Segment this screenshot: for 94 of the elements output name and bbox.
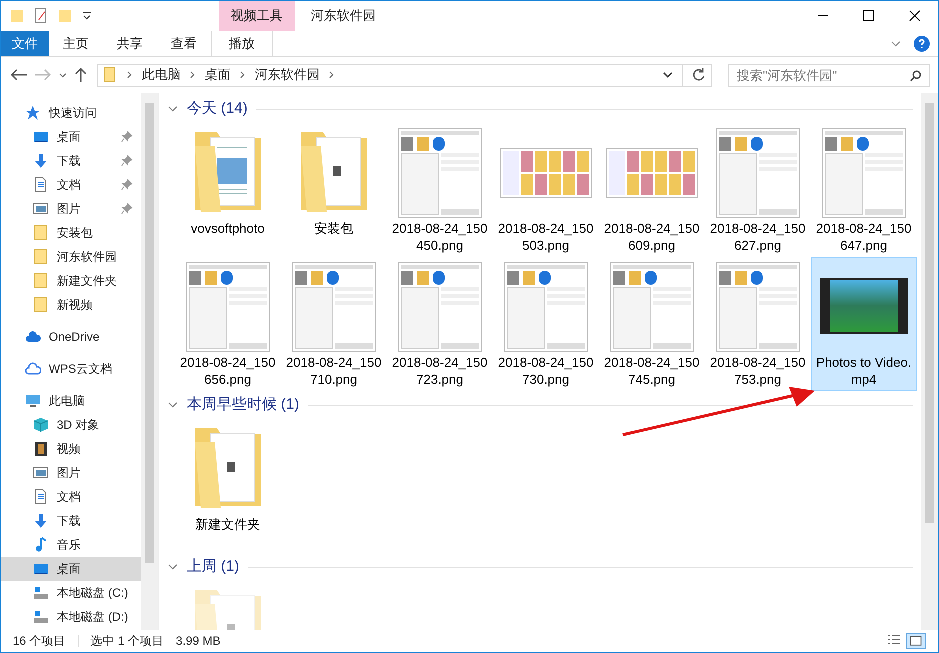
search-icon xyxy=(910,70,922,82)
sidebar-item[interactable]: 音乐 xyxy=(1,533,141,557)
sidebar-item[interactable]: 桌面 xyxy=(1,557,141,581)
cloud-icon xyxy=(25,361,41,377)
sidebar-item[interactable]: 3D 对象 xyxy=(1,413,141,437)
file-item[interactable]: 2018-08-24_150710.png xyxy=(281,257,387,391)
ribbon-tab[interactable]: 共享 xyxy=(103,31,157,56)
file-item[interactable]: 2018-08-24_150627.png xyxy=(705,123,811,257)
search-field[interactable]: 搜索"河东软件园" xyxy=(728,64,930,86)
sidebar-item[interactable]: WPS云文档 xyxy=(1,357,141,381)
scrollbar[interactable] xyxy=(141,93,158,630)
monitor-icon xyxy=(33,561,49,577)
properties-icon xyxy=(33,8,49,24)
sidebar-item[interactable]: 河东软件园 xyxy=(1,245,141,269)
sidebar-item[interactable]: 新建文件夹 xyxy=(1,269,141,293)
help-icon[interactable] xyxy=(914,36,930,52)
file-item[interactable]: 新建文件夹 xyxy=(175,419,281,553)
breadcrumb-item[interactable]: 此电脑 xyxy=(142,65,181,85)
window-title: 河东软件园 xyxy=(311,7,376,26)
folder-icon xyxy=(9,8,25,24)
file-item[interactable]: 2018-08-24_150450.png xyxy=(387,123,493,257)
document-icon xyxy=(33,489,49,505)
scrollbar[interactable] xyxy=(921,93,938,630)
sidebar-item[interactable]: 视频 xyxy=(1,437,141,461)
film-icon xyxy=(33,441,49,457)
new-folder-icon xyxy=(57,8,73,24)
file-item[interactable]: 2018-08-24_150656.png xyxy=(175,257,281,391)
back-arrow-icon[interactable] xyxy=(9,67,29,83)
picture-icon xyxy=(33,201,49,217)
monitor-icon xyxy=(33,129,49,145)
breadcrumb-item[interactable]: 河东软件园 xyxy=(255,65,320,85)
folder-icon xyxy=(33,225,49,241)
file-item[interactable]: 2018-08-24_150730.png xyxy=(493,257,599,391)
music-note-icon xyxy=(33,537,49,553)
ribbon-tab[interactable]: 主页 xyxy=(49,31,103,56)
ribbon-tab[interactable]: 文件 xyxy=(1,31,49,56)
ribbon-tab[interactable]: 查看 xyxy=(157,31,211,56)
context-tab-header: 视频工具 xyxy=(219,1,295,31)
sidebar-item[interactable]: 安装包 xyxy=(1,221,141,245)
sidebar-item[interactable]: 图片 xyxy=(1,197,141,221)
address-bar[interactable]: 此电脑 桌面 河东软件园 xyxy=(97,64,712,86)
large-icons-view-icon[interactable] xyxy=(906,633,926,649)
ribbon-tab[interactable]: 播放 xyxy=(211,31,273,56)
sidebar-item[interactable]: 此电脑 xyxy=(1,389,141,413)
down-arrow-icon xyxy=(33,153,49,169)
sidebar-item[interactable]: 本地磁盘 (D:) xyxy=(1,605,141,629)
file-item[interactable]: Photos to Video.mp4 xyxy=(811,257,917,391)
group-header[interactable]: 今天 (14) xyxy=(187,98,248,120)
sidebar-item[interactable]: 快速访问 xyxy=(1,101,141,125)
chevron-right-icon xyxy=(239,71,247,79)
star-icon xyxy=(25,105,41,121)
folder-icon xyxy=(102,67,118,83)
file-item[interactable]: 2018-08-24_150723.png xyxy=(387,257,493,391)
file-item[interactable]: 2018-08-24_150647.png xyxy=(811,123,917,257)
sidebar-item[interactable]: 本地磁盘 (C:) xyxy=(1,581,141,605)
sidebar-item[interactable]: 文档 xyxy=(1,173,141,197)
file-item[interactable]: 2018-08-24_150753.png xyxy=(705,257,811,391)
sidebar-item[interactable]: 图片 xyxy=(1,461,141,485)
file-item[interactable]: 2018-08-24_150745.png xyxy=(599,257,705,391)
folder-icon xyxy=(33,273,49,289)
chevron-right-icon xyxy=(126,71,134,79)
down-arrow-icon xyxy=(33,513,49,529)
folder-icon xyxy=(33,249,49,265)
file-item[interactable]: vovsoftphoto xyxy=(175,123,281,257)
cloud-icon xyxy=(25,329,41,345)
item-count: 16 个项目 xyxy=(13,633,66,650)
close-icon xyxy=(909,10,921,22)
computer-icon xyxy=(25,393,41,409)
file-item[interactable]: 安装包 xyxy=(281,123,387,257)
sidebar-item[interactable]: OneDrive xyxy=(1,325,141,349)
sidebar-item[interactable]: 下载 xyxy=(1,509,141,533)
dropdown-icon[interactable] xyxy=(81,10,93,22)
up-arrow-icon[interactable] xyxy=(73,67,89,83)
chevron-right-icon xyxy=(328,71,336,79)
selection-info: 选中 1 个项目 xyxy=(90,633,164,650)
drive-icon xyxy=(33,585,49,601)
sidebar-item[interactable]: 下载 xyxy=(1,149,141,173)
cube-icon xyxy=(33,417,49,433)
sidebar-item[interactable]: 新视频 xyxy=(1,293,141,317)
sidebar-item[interactable]: 文档 xyxy=(1,485,141,509)
group-header[interactable]: 上周 (1) xyxy=(187,556,240,578)
drive-icon xyxy=(33,609,49,625)
chevron-right-icon xyxy=(189,71,197,79)
group-header[interactable]: 本周早些时候 (1) xyxy=(187,394,300,416)
refresh-icon[interactable] xyxy=(691,67,707,83)
maximize-icon xyxy=(863,10,875,22)
selection-size: 3.99 MB xyxy=(176,633,221,650)
breadcrumb-item[interactable]: 桌面 xyxy=(205,65,231,85)
folder-icon xyxy=(33,297,49,313)
sidebar-item[interactable]: 桌面 xyxy=(1,125,141,149)
document-icon xyxy=(33,177,49,193)
file-item[interactable]: 2018-08-24_150609.png xyxy=(599,123,705,257)
file-item[interactable]: 2018-08-24_150503.png xyxy=(493,123,599,257)
picture-icon xyxy=(33,465,49,481)
